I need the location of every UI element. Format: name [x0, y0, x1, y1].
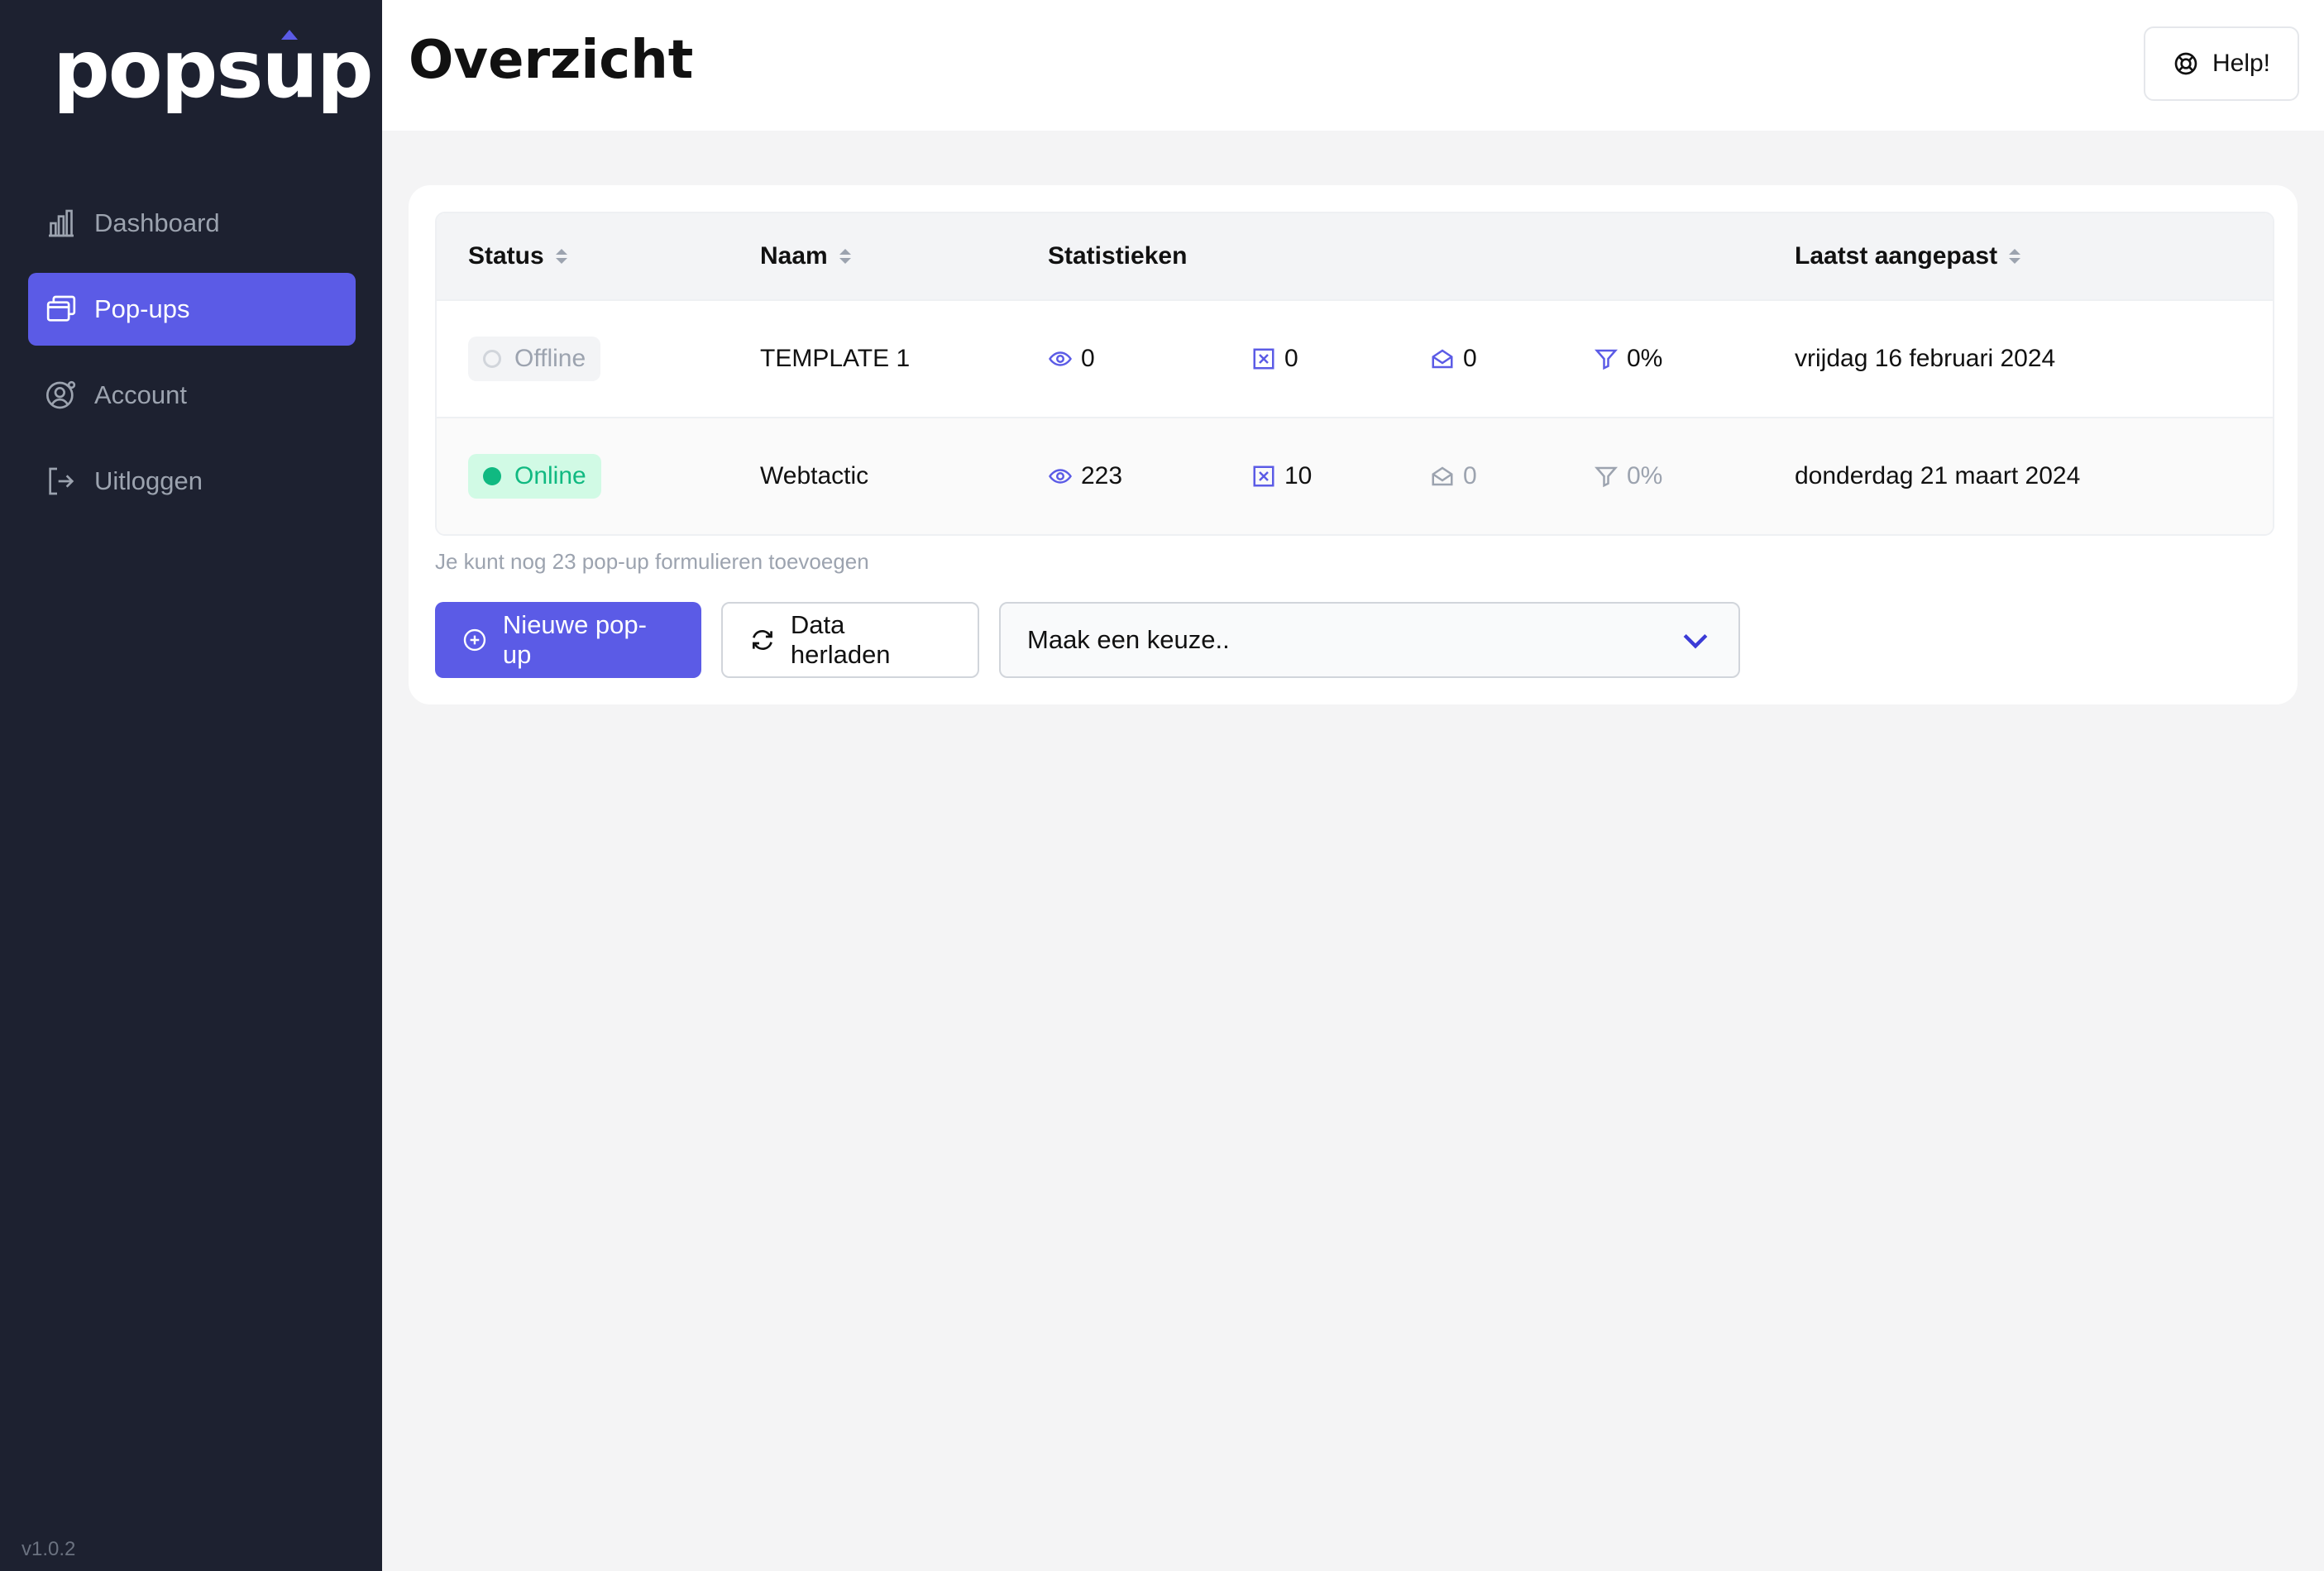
eye-icon: [1049, 469, 1072, 484]
new-popup-button[interactable]: Nieuwe pop-up: [435, 602, 701, 678]
remaining-popups-hint: Je kunt nog 23 pop-up formulieren toevoe…: [435, 549, 869, 574]
popups-table: Status Naam Statistieken Laatst aangepas…: [435, 212, 2274, 536]
status-dot-icon: [483, 350, 501, 368]
funnel-icon: [1594, 349, 1619, 370]
eye-icon: [1049, 351, 1072, 366]
views-stat: 0: [1048, 301, 1095, 417]
sort-icon: [555, 249, 567, 264]
sidebar-item-label: Uitloggen: [94, 466, 203, 495]
column-name[interactable]: Naam: [760, 213, 851, 299]
sidebar-item-label: Dashboard: [94, 208, 220, 237]
table-row[interactable]: Offline TEMPLATE 1 0 0 0 0% vrijdag 16 f…: [437, 299, 2273, 417]
column-last-modified[interactable]: Laatst aangepast: [1795, 213, 2021, 299]
logout-icon: [45, 465, 78, 498]
closes-stat: 0: [1251, 301, 1298, 417]
popup-name[interactable]: Webtactic: [760, 418, 868, 534]
table-row[interactable]: Online Webtactic 223 10 0 0% donderdag 2…: [437, 417, 2273, 534]
help-button[interactable]: Help!: [2144, 26, 2299, 101]
sidebar-item-pop-ups[interactable]: Pop-ups: [28, 273, 356, 346]
funnel-icon: [1594, 466, 1619, 488]
sidebar: popsup Dashboard Pop-ups Account Uitlogg…: [0, 0, 382, 1571]
close-box-icon: [1253, 348, 1274, 370]
chevron-down-icon: [1683, 633, 1708, 649]
sidebar-item-logout[interactable]: Uitloggen: [28, 445, 356, 518]
sort-icon: [2009, 249, 2021, 264]
envelope-open-icon: [1432, 349, 1453, 369]
refresh-icon: [752, 630, 772, 650]
sidebar-nav: Dashboard Pop-ups Account Uitloggen: [28, 187, 356, 531]
last-modified: donderdag 21 maart 2024: [1795, 462, 2081, 489]
help-label: Help!: [2212, 50, 2271, 77]
sidebar-item-account[interactable]: Account: [28, 359, 356, 432]
bar-chart-icon: [45, 207, 78, 240]
user-gear-icon: [45, 379, 78, 412]
overview-card: Status Naam Statistieken Laatst aangepas…: [409, 185, 2298, 704]
sidebar-item-label: Pop-ups: [94, 294, 190, 323]
logo[interactable]: popsup: [53, 30, 374, 109]
last-modified: vrijdag 16 februari 2024: [1795, 345, 2056, 372]
close-box-icon: [1253, 466, 1274, 487]
windows-icon: [45, 293, 78, 326]
topbar: Overzicht Help!: [382, 0, 2324, 131]
page-title: Overzicht: [409, 30, 694, 91]
column-statistics: Statistieken: [1048, 242, 1188, 270]
closes-stat: 10: [1251, 418, 1312, 534]
submissions-stat: 0: [1430, 301, 1477, 417]
popup-name[interactable]: TEMPLATE 1: [760, 301, 910, 417]
column-status[interactable]: Status: [468, 213, 567, 299]
lifebuoy-icon: [2174, 52, 2197, 75]
version-label: v1.0.2: [22, 1538, 76, 1560]
status-dot-icon: [483, 467, 501, 485]
status-badge[interactable]: Online: [468, 454, 601, 499]
conversion-stat: 0%: [1594, 418, 1662, 534]
select-value: Maak een keuze..: [1027, 625, 1230, 654]
reload-data-button[interactable]: Data herladen: [721, 602, 979, 678]
choice-select[interactable]: Maak een keuze..: [999, 602, 1740, 678]
conversion-stat: 0%: [1594, 301, 1662, 417]
table-header: Status Naam Statistieken Laatst aangepas…: [437, 213, 2273, 299]
envelope-open-icon: [1432, 466, 1453, 486]
submissions-stat: 0: [1430, 418, 1477, 534]
sidebar-item-label: Account: [94, 380, 188, 409]
sidebar-item-dashboard[interactable]: Dashboard: [28, 187, 356, 260]
plus-circle-icon: [463, 628, 486, 652]
views-stat: 223: [1048, 418, 1122, 534]
status-badge[interactable]: Offline: [468, 337, 601, 381]
sort-icon: [839, 249, 851, 264]
action-bar: Nieuwe pop-up Data herladen Maak een keu…: [435, 602, 1740, 678]
